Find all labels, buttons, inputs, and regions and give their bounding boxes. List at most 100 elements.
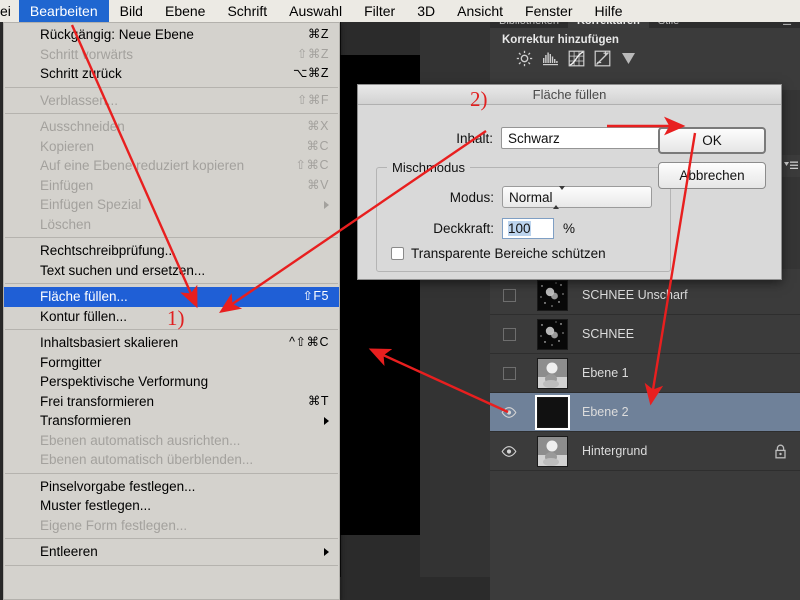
layer-thumbnail-cell[interactable]: [528, 357, 576, 389]
menu-item-muster-festlegen[interactable]: Muster festlegen...: [4, 496, 339, 516]
layer-visibility-checkbox[interactable]: [502, 327, 516, 341]
menu-item-fl-che-f-llen[interactable]: Fläche füllen... ⇧F5: [4, 287, 339, 307]
menubar-item-ansicht[interactable]: Ansicht: [446, 0, 514, 22]
content-select[interactable]: Schwarz: [501, 127, 681, 149]
menu-item-label: Transformieren: [40, 413, 132, 428]
brightness-icon[interactable]: [516, 50, 533, 67]
lock-icon: [774, 444, 786, 458]
layer-thumbnail[interactable]: [534, 394, 570, 430]
panel-menu-icon[interactable]: [782, 155, 800, 177]
adjustments-panel-title: Korrektur hinzufügen: [502, 34, 619, 46]
menu-item-shortcut: ⇧⌘F: [296, 92, 329, 107]
adjustment-icon-row[interactable]: [490, 50, 800, 67]
layer-visibility-toggle[interactable]: [490, 366, 528, 380]
menu-item-rechtschreibpr-fung[interactable]: Rechtschreibprüfung...: [4, 241, 339, 261]
preserve-transparency-checkbox[interactable]: [391, 247, 404, 260]
menu-item-label: Entleeren: [40, 544, 98, 559]
chevron-updown-icon: [552, 185, 565, 209]
menu-item-inhaltsbasiert-skalieren[interactable]: Inhaltsbasiert skalieren ^⇧⌘C: [4, 333, 339, 353]
layer-thumbnail[interactable]: [536, 279, 568, 311]
menubar-item-hilfe[interactable]: Hilfe: [584, 0, 634, 22]
menubar-item-ei[interactable]: ei: [0, 0, 19, 22]
layer-visibility-toggle[interactable]: [490, 288, 528, 302]
layer-thumbnail[interactable]: [536, 318, 568, 350]
ok-button[interactable]: OK: [658, 127, 766, 154]
menubar-item-auswahl[interactable]: Auswahl: [278, 0, 353, 22]
menu-item-label: Perspektivische Verformung: [40, 374, 209, 389]
layer-thumbnail-cell[interactable]: [528, 279, 576, 311]
preserve-transparency-row[interactable]: Transparente Bereiche schützen: [391, 246, 606, 261]
menu-item-perspektivische-verformung[interactable]: Perspektivische Verformung: [4, 372, 339, 392]
menu-separator: [5, 86, 338, 88]
opacity-value: 100: [508, 221, 531, 236]
layer-row[interactable]: SCHNEE Unscharf: [490, 276, 800, 315]
menu-bar[interactable]: ei Bearbeiten Bild Ebene Schrift Auswahl Filte…: [0, 0, 800, 22]
menu-item-transformieren[interactable]: Transformieren: [4, 411, 339, 431]
menubar-item-bearbeiten[interactable]: Bearbeiten: [18, 0, 109, 22]
layer-visibility-checkbox[interactable]: [502, 288, 516, 302]
menu-item-ebenen-automatisch-ausrichten: Ebenen automatisch ausrichten...: [4, 431, 339, 451]
layer-visibility-toggle[interactable]: [490, 445, 528, 457]
submenu-arrow-icon: [324, 200, 329, 209]
mode-select[interactable]: Normal: [502, 185, 652, 209]
layer-name[interactable]: Ebene 2: [576, 405, 760, 419]
menu-item-label: Eigene Form festlegen...: [40, 517, 188, 533]
menu-item-label: Text suchen und ersetzen...: [40, 262, 206, 278]
layer-name[interactable]: Ebene 1: [576, 366, 760, 380]
menubar-item-schrift[interactable]: Schrift: [216, 0, 278, 22]
fill-dialog[interactable]: Fläche füllen Inhalt: Schwarz Mischmodus…: [357, 84, 782, 280]
menubar-item-3d[interactable]: 3D: [406, 0, 446, 22]
menu-item-label: Schritt vorwärts: [40, 46, 134, 62]
layers-panel[interactable]: SCHNEE Unscharf SCHNEE Ebene 1 Ebene 2 Hinte…: [490, 276, 800, 600]
menu-item-einf-gen: Einfügen ⌘V: [4, 176, 339, 196]
menu-item-formgitter[interactable]: Formgitter: [4, 353, 339, 373]
menubar-item-fenster[interactable]: Fenster: [514, 0, 583, 22]
annotation-step-1: 1): [167, 306, 185, 330]
vibrance-icon[interactable]: [620, 50, 637, 67]
menu-item-label: Auf eine Ebene reduziert kopieren: [40, 158, 245, 173]
opacity-label: Deckkraft:: [433, 221, 494, 236]
levels-icon[interactable]: [542, 50, 559, 67]
layer-name[interactable]: SCHNEE: [576, 327, 760, 341]
layer-thumbnail-cell[interactable]: [528, 318, 576, 350]
layer-name[interactable]: SCHNEE Unscharf: [576, 288, 760, 302]
submenu-arrow-icon: [324, 416, 329, 425]
menu-item-shortcut: ⇧F5: [302, 289, 329, 303]
menu-item-entleeren[interactable]: Entleeren: [4, 542, 339, 562]
menu-item-pinselvorgabe-festlegen[interactable]: Pinselvorgabe festlegen...: [4, 477, 339, 497]
mode-row: Modus: Normal: [377, 185, 670, 209]
layer-visibility-toggle[interactable]: [490, 406, 528, 418]
menu-item-r-ckg-ngig-neue-ebene[interactable]: Rückgängig: Neue Ebene ⌘Z: [4, 25, 339, 45]
menu-item-schritt-zur-ck[interactable]: Schritt zurück ⌥⌘Z: [4, 64, 339, 84]
menubar-item-filter[interactable]: Filter: [353, 0, 406, 22]
layer-thumbnail[interactable]: [536, 435, 568, 467]
menu-item-text-suchen-und-ersetzen[interactable]: Text suchen und ersetzen...: [4, 261, 339, 281]
layer-visibility-toggle[interactable]: [490, 327, 528, 341]
adjustments-panel: Korrektur hinzufügen: [490, 28, 800, 90]
layer-row[interactable]: Ebene 2: [490, 393, 800, 432]
menu-item-shortcut: ⇧⌘C: [295, 158, 329, 172]
menubar-item-bild[interactable]: Bild: [109, 0, 154, 22]
opacity-input[interactable]: 100: [502, 218, 554, 239]
layer-thumbnail-cell[interactable]: [528, 435, 576, 467]
content-label: Inhalt:: [456, 130, 493, 146]
opacity-unit: %: [563, 221, 576, 236]
layer-row[interactable]: SCHNEE: [490, 315, 800, 354]
layer-row[interactable]: Ebene 1: [490, 354, 800, 393]
exposure-icon[interactable]: [594, 50, 611, 67]
layer-name[interactable]: Hintergrund: [576, 444, 760, 458]
menu-separator: [5, 237, 338, 238]
layer-visibility-checkbox[interactable]: [502, 366, 516, 380]
curves-icon[interactable]: [568, 50, 585, 67]
layer-row[interactable]: Hintergrund: [490, 432, 800, 471]
menu-item-label: Formgitter: [40, 354, 102, 370]
cancel-button[interactable]: Abbrechen: [658, 162, 766, 189]
menubar-item-ebene[interactable]: Ebene: [154, 0, 216, 22]
menu-separator: [5, 283, 338, 284]
menu-item-frei-transformieren[interactable]: Frei transformieren ⌘T: [4, 392, 339, 412]
layer-thumbnail-cell[interactable]: [528, 394, 576, 430]
menu-item-label: Rückgängig: Neue Ebene: [40, 27, 194, 42]
menu-separator: [5, 472, 338, 474]
blend-mode-legend: Mischmodus: [387, 160, 470, 175]
layer-thumbnail[interactable]: [536, 357, 568, 389]
